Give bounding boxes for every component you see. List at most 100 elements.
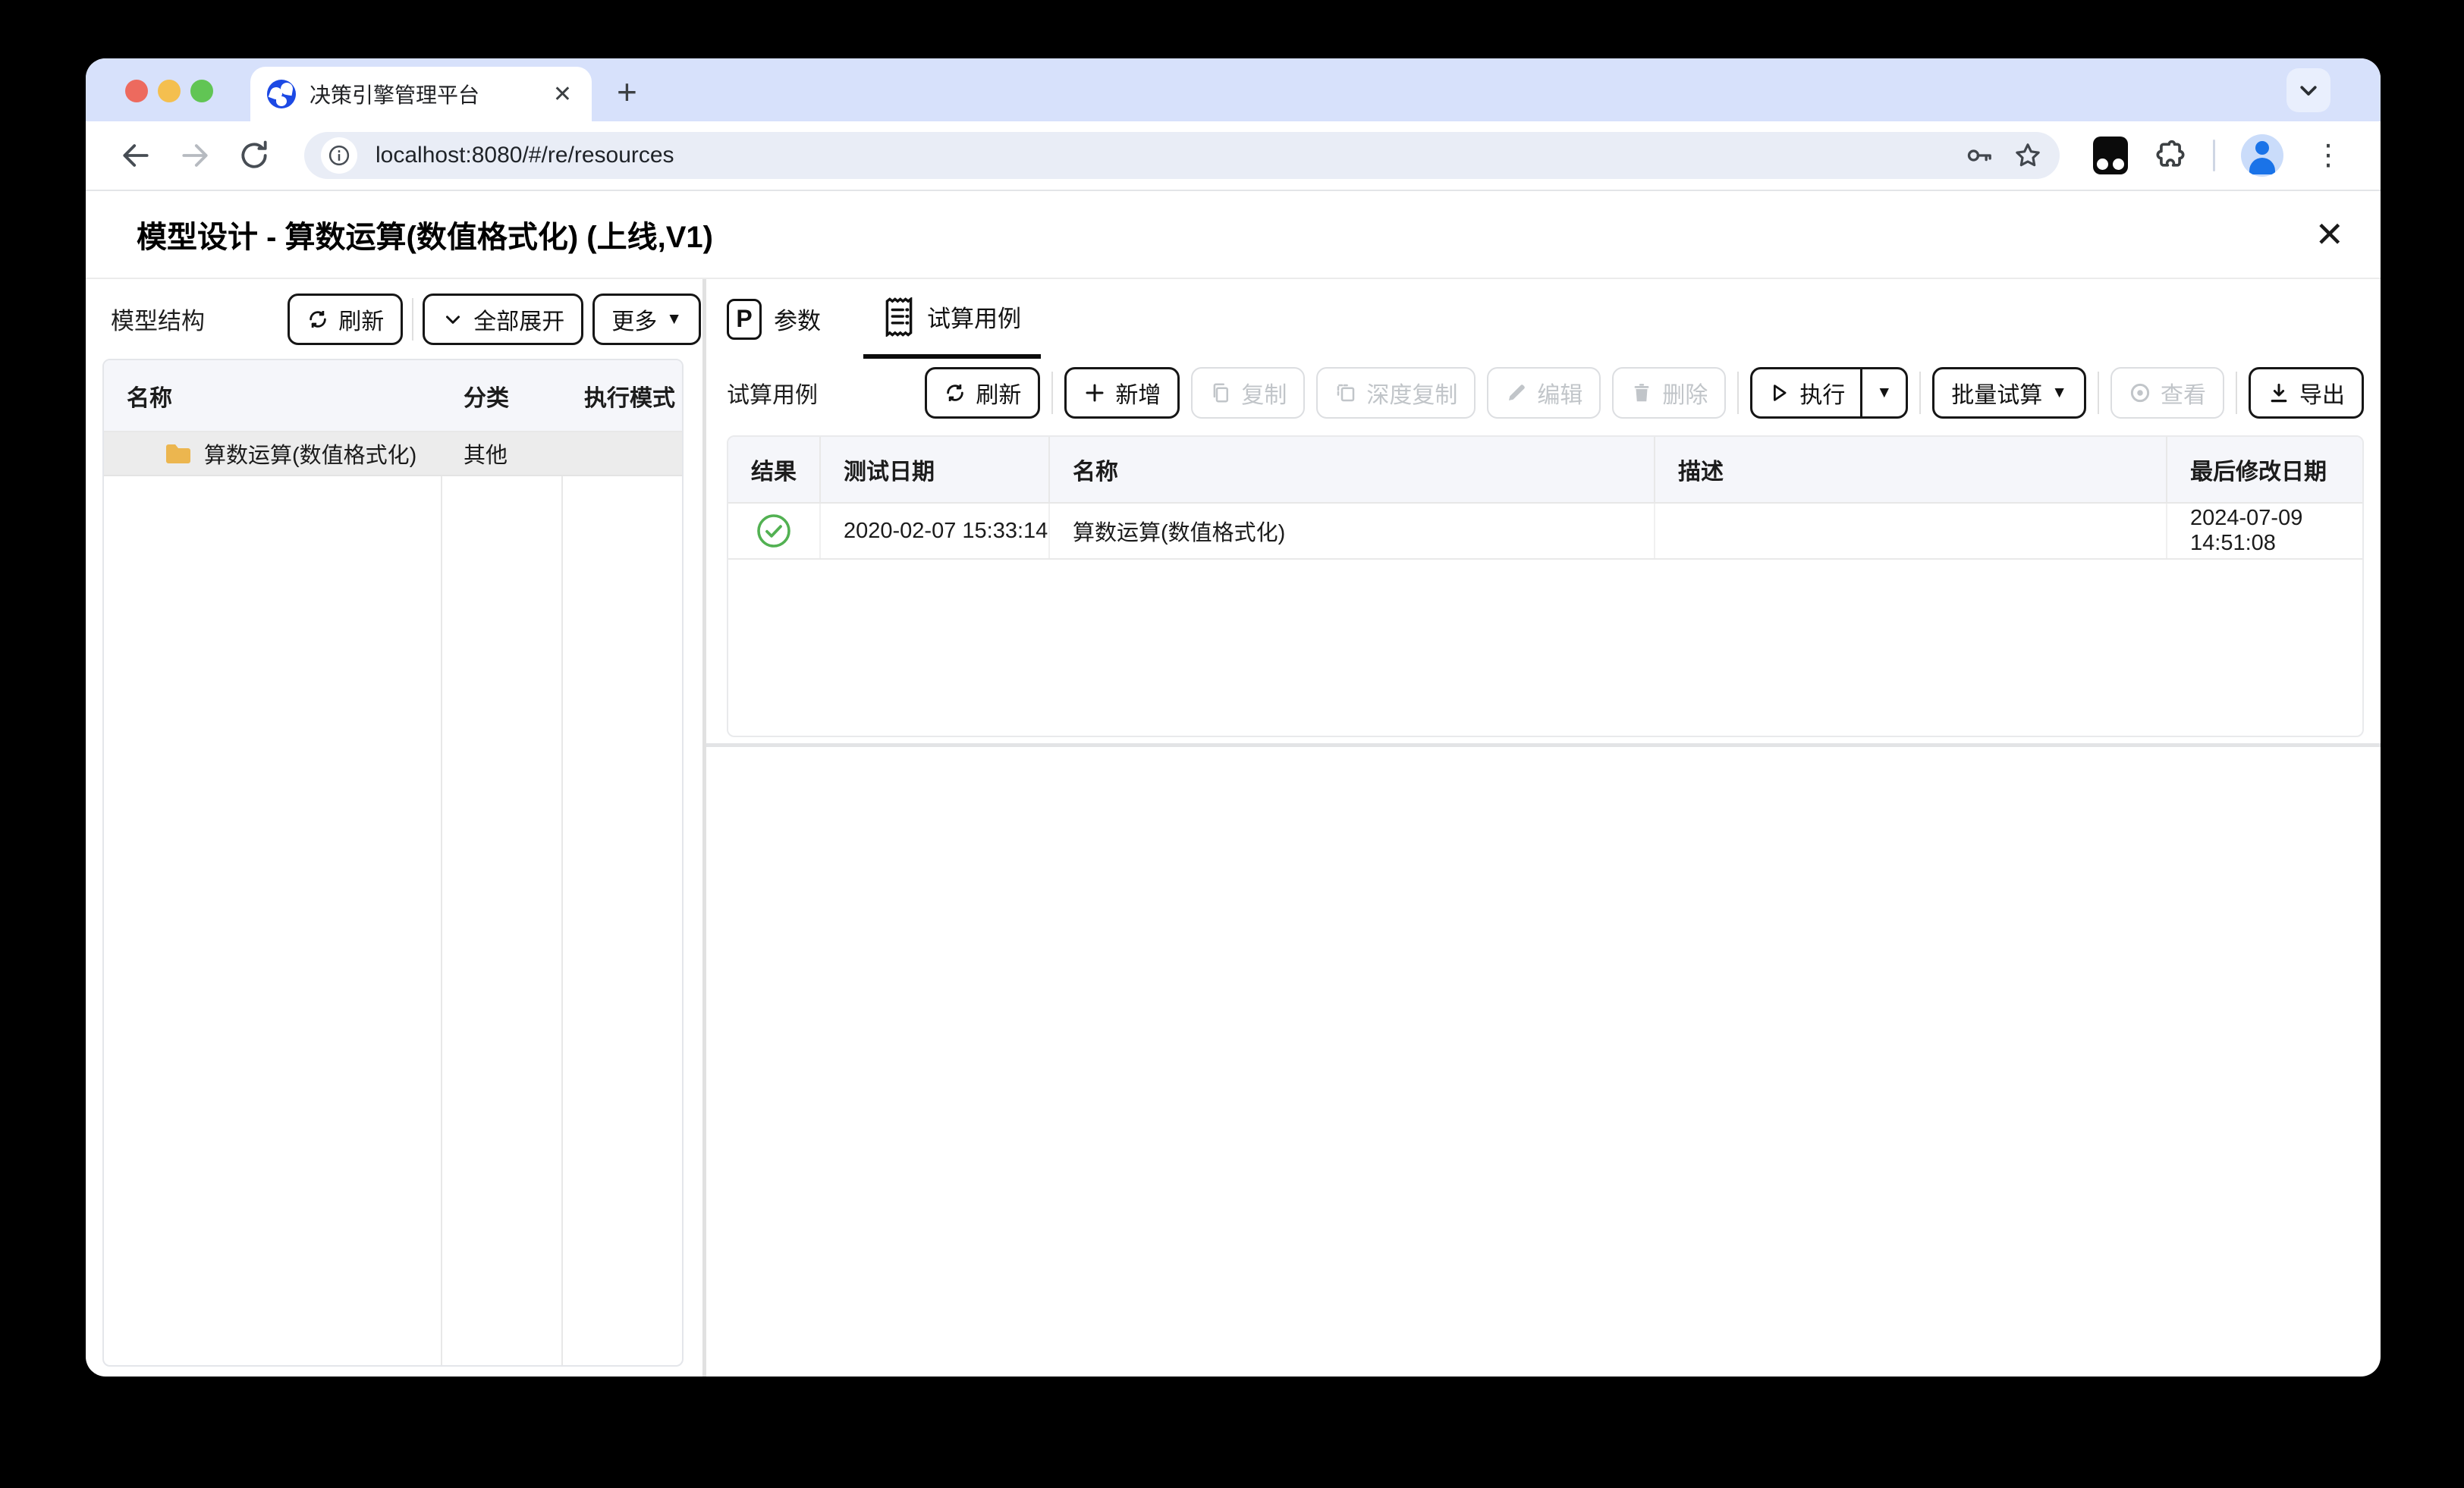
copy-case-label: 复制 [1241,382,1287,408]
export-cases-button[interactable]: 导出 [2249,366,2364,419]
tab-test-cases-label: 试算用例 [927,306,1021,332]
model-structure-header: 模型结构 刷新 全部展开 更多 ▼ [102,279,702,359]
view-icon [2130,383,2150,402]
refresh-cases-label: 刷新 [976,382,1022,408]
test-case-table: 结果 测试日期 名称 描述 最后修改日期 2020-02-07 15:33:14… [727,435,2364,737]
tab-strip: 决策引擎管理平台 ✕ + [86,58,2381,121]
tab-parameters-label: 参数 [774,308,821,334]
panel-bottom-divider [706,743,2381,747]
new-tab-button[interactable]: + [617,69,637,115]
deep-copy-icon [1337,384,1355,401]
column-header-category: 分类 [464,385,509,411]
refresh-tree-label: 刷新 [338,309,385,334]
caret-down-icon: ▼ [2051,384,2067,401]
delete-case-button[interactable]: 删除 [1612,366,1727,419]
column-header-exec-mode: 执行模式 [584,385,675,411]
site-info-icon[interactable] [321,137,357,174]
window-minimize-button[interactable] [158,80,181,102]
more-button[interactable]: 更多 ▼ [592,293,701,345]
tree-cell-category: 其他 [464,444,508,468]
deep-copy-case-button[interactable]: 深度复制 [1316,366,1476,419]
window-zoom-button[interactable] [190,80,213,102]
export-cases-label: 导出 [2299,382,2345,408]
edit-case-button[interactable]: 编辑 [1487,366,1601,419]
traffic-lights [125,80,213,102]
password-key-icon[interactable] [1964,140,1994,171]
button-separator [1919,371,1922,414]
forward-icon[interactable] [178,139,212,172]
test-case-row[interactable]: 2020-02-07 15:33:14 算数运算(数值格式化) 2024-07-… [728,504,2362,560]
tree-node-label: 算数运算(数值格式化) [204,444,417,468]
caret-down-icon: ▼ [1876,384,1893,401]
browser-menu-icon[interactable]: ⋮ [2309,140,2347,171]
button-separator [2236,371,2237,414]
deep-copy-case-label: 深度复制 [1366,382,1458,408]
batch-run-label: 批量试算 [1951,382,2043,408]
window-close-button[interactable] [125,80,148,102]
test-case-list-icon [885,297,913,337]
refresh-cases-button[interactable]: 刷新 [925,366,1041,419]
batch-run-button[interactable]: 批量试算 ▼ [1932,366,2086,419]
page-title: 模型设计 - 算数运算(数值格式化) (上线,V1) [137,221,713,254]
parameter-icon: P [727,298,762,340]
expand-all-label: 全部展开 [473,309,565,334]
browser-window: 决策引擎管理平台 ✕ + localhost:8080/#/re/resourc… [86,58,2381,1377]
browser-toolbar: localhost:8080/#/re/resources ⋮ [86,121,2381,191]
page-header: 模型设计 - 算数运算(数值格式化) (上线,V1) ✕ [86,191,2381,279]
name-cell: 算数运算(数值格式化) [1050,504,1655,558]
test-case-section-title: 试算用例 [727,382,818,408]
chevron-down-icon [446,315,460,324]
tree-table-header: 名称 分类 执行模式 [104,360,682,432]
tab-close-icon[interactable]: ✕ [550,81,575,108]
add-case-button[interactable]: 新增 [1064,366,1180,419]
copy-icon [1214,383,1229,402]
test-date-cell: 2020-02-07 15:33:14 [821,504,1050,558]
add-case-label: 新增 [1115,382,1161,408]
button-separator [1051,371,1054,414]
site-favicon-icon [267,80,296,108]
expand-all-button[interactable]: 全部展开 [423,293,584,345]
model-structure-panel: 模型结构 刷新 全部展开 更多 ▼ 名称 分类 执行模式 算数运算(数值格式化)… [86,279,702,1377]
refresh-icon [310,310,326,328]
bookmark-star-icon[interactable] [2013,140,2043,171]
tab-parameters[interactable]: P 参数 [727,279,821,359]
extensions-puzzle-icon[interactable] [2154,139,2187,172]
delete-case-label: 删除 [1662,382,1708,408]
test-case-toolbar: 试算用例 刷新 新增 复制 深度复制 编辑 删除 执行 ▼ 批量试算 ▼ 查看 … [706,360,2381,425]
column-divider [561,360,563,1365]
pinned-extension-icon[interactable] [2093,137,2128,174]
refresh-icon [947,384,964,401]
run-case-label: 执行 [1799,382,1846,408]
column-header-name: 名称 [1050,437,1655,502]
trash-icon [1635,383,1649,401]
browser-tab[interactable]: 决策引擎管理平台 ✕ [250,67,592,121]
view-case-label: 查看 [2161,382,2206,408]
description-cell [1655,504,2167,558]
plus-icon [1086,384,1104,401]
button-separator [412,297,414,341]
refresh-tree-button[interactable]: 刷新 [288,293,404,345]
button-separator [2098,371,2099,414]
profile-avatar[interactable] [2241,134,2283,177]
reload-icon[interactable] [237,139,271,172]
url-bar[interactable]: localhost:8080/#/re/resources [304,132,2060,179]
url-text[interactable]: localhost:8080/#/re/resources [376,143,1946,168]
view-case-button[interactable]: 查看 [2110,366,2224,419]
result-cell [728,504,821,558]
run-options-button[interactable]: ▼ [1862,369,1906,416]
copy-case-button[interactable]: 复制 [1191,366,1306,419]
column-header-description: 描述 [1655,437,2167,502]
column-header-test-date: 测试日期 [821,437,1050,502]
download-icon [2271,383,2287,402]
run-case-button[interactable]: 执行 [1752,369,1863,416]
edit-pencil-icon [1509,384,1526,400]
tree-row-selected[interactable]: 算数运算(数值格式化) 其他 [104,432,682,476]
back-icon[interactable] [119,139,152,172]
caret-down-icon: ▼ [666,310,682,328]
button-separator [1737,371,1740,414]
tree-node[interactable]: 算数运算(数值格式化) [104,438,441,469]
page-close-icon[interactable]: ✕ [2308,214,2350,255]
tab-test-cases[interactable]: 试算用例 [863,279,1041,359]
edit-case-label: 编辑 [1537,382,1583,408]
tab-search-button[interactable] [2286,68,2330,112]
